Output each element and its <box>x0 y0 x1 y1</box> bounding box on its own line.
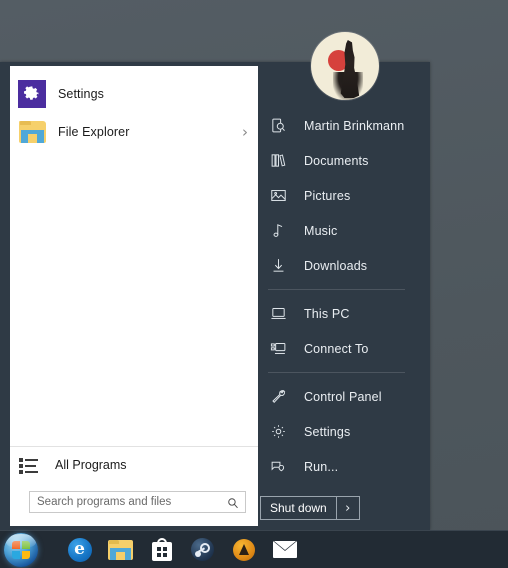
right-item-run[interactable]: Run... <box>258 449 430 484</box>
taskbar-vlc[interactable] <box>223 531 264 568</box>
taskbar-edge[interactable]: e <box>59 531 100 568</box>
start-menu-right-panel: Martin Brinkmann Documents Pictures Musi… <box>258 62 430 530</box>
right-item-label: Run... <box>304 459 339 474</box>
right-item-this-pc[interactable]: This PC <box>258 296 430 331</box>
right-item-pictures[interactable]: Pictures <box>258 178 430 213</box>
right-item-downloads[interactable]: Downloads <box>258 248 430 283</box>
steam-icon <box>191 538 214 561</box>
pictures-icon <box>268 186 288 206</box>
right-item-label: Downloads <box>304 258 368 273</box>
all-programs-label: All Programs <box>55 457 127 472</box>
chevron-right-icon[interactable]: › <box>242 123 252 141</box>
right-item-label: Martin Brinkmann <box>304 118 405 133</box>
right-item-label: Pictures <box>304 188 351 203</box>
right-item-music[interactable]: Music <box>258 213 430 248</box>
pinned-item-settings[interactable]: Settings <box>10 75 258 113</box>
folder-icon <box>18 118 46 146</box>
menu-separator <box>268 372 405 373</box>
user-avatar[interactable] <box>311 32 379 100</box>
search-area <box>10 482 258 526</box>
music-note-icon <box>268 221 288 241</box>
start-menu-left-panel: Settings File Explorer › All Programs Se… <box>10 66 258 526</box>
menu-separator <box>268 289 405 290</box>
start-menu: Settings File Explorer › All Programs Se… <box>0 62 430 530</box>
pinned-item-label: Settings <box>58 87 104 101</box>
right-item-control-panel[interactable]: Control Panel <box>258 379 430 414</box>
folder-icon <box>108 539 133 560</box>
search-box[interactable] <box>29 491 246 513</box>
pinned-item-label: File Explorer <box>58 125 130 139</box>
right-item-settings[interactable]: Settings <box>258 414 430 449</box>
right-item-label: Connect To <box>304 341 369 356</box>
taskbar-store[interactable] <box>141 531 182 568</box>
windows-orb-icon[interactable] <box>3 532 38 567</box>
settings-gear-icon <box>18 80 46 108</box>
right-item-label: Control Panel <box>304 389 382 404</box>
right-item-label: Music <box>304 223 338 238</box>
all-programs-button[interactable]: All Programs <box>10 446 258 482</box>
shutdown-options-chevron-icon[interactable]: › <box>336 496 360 520</box>
right-item-documents[interactable]: Documents <box>258 143 430 178</box>
search-input[interactable] <box>30 496 245 508</box>
taskbar-mail[interactable] <box>264 531 305 568</box>
left-panel-spacer <box>10 151 258 446</box>
computer-icon <box>268 304 288 324</box>
taskbar-steam[interactable] <box>182 531 223 568</box>
start-button[interactable] <box>0 531 41 568</box>
pinned-programs-list: Settings File Explorer › <box>10 66 258 151</box>
media-player-icon <box>232 538 255 561</box>
edge-icon: e <box>67 537 92 562</box>
right-item-user[interactable]: Martin Brinkmann <box>258 108 430 143</box>
user-icon <box>268 116 288 136</box>
pinned-item-file-explorer[interactable]: File Explorer › <box>10 113 258 151</box>
program-list-icon <box>19 457 39 474</box>
control-panel-icon <box>268 387 288 407</box>
right-item-connect-to[interactable]: Connect To <box>258 331 430 366</box>
connect-to-icon <box>268 339 288 359</box>
settings-gear-outline-icon <box>268 422 288 442</box>
download-arrow-icon <box>268 256 288 276</box>
taskbar-file-explorer[interactable] <box>100 531 141 568</box>
right-item-label: Documents <box>304 153 369 168</box>
desktop: Settings File Explorer › All Programs Se… <box>0 0 508 568</box>
right-item-label: This PC <box>304 306 350 321</box>
taskbar: e <box>0 530 508 568</box>
store-bag-icon <box>151 538 172 561</box>
run-icon <box>268 457 288 477</box>
search-icon[interactable] <box>227 496 239 509</box>
mail-envelope-icon <box>272 541 297 558</box>
right-item-label: Settings <box>304 424 351 439</box>
documents-icon <box>268 151 288 171</box>
shutdown-button[interactable]: Shut down <box>260 496 337 520</box>
shutdown-control-group: Shut down › <box>260 496 360 520</box>
